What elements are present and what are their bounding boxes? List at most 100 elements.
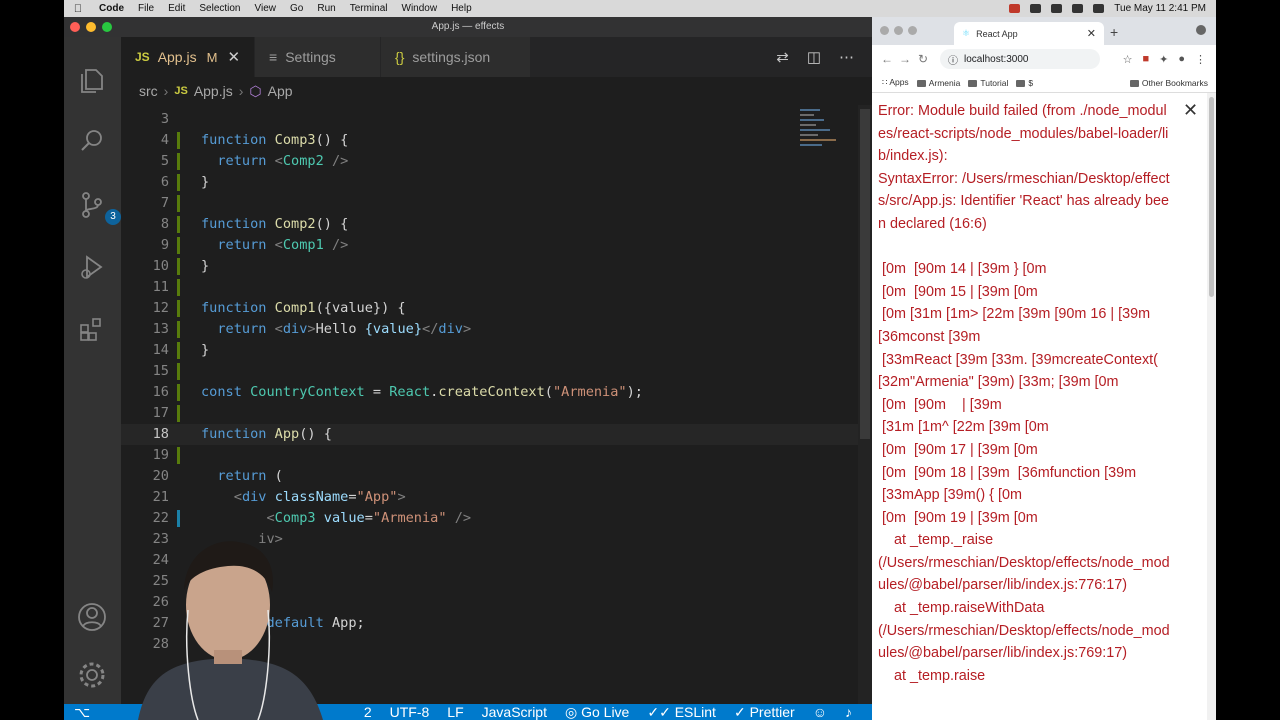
account-icon[interactable] [76,601,108,633]
settings-gear-icon[interactable] [76,659,108,691]
zoom-window-button[interactable] [908,26,917,35]
menubar-clock[interactable]: Tue May 11 2:41 PM [1114,3,1206,14]
breadcrumb-folder[interactable]: src [139,83,158,99]
window-controls [70,22,112,32]
wifi-icon[interactable] [1051,4,1063,13]
check-double-icon: ✓✓ [647,703,671,720]
menu-app-name[interactable]: Code [92,3,131,14]
more-menu-icon[interactable]: ⋮ [1195,53,1206,66]
menu-view[interactable]: View [248,3,284,14]
menu-edit[interactable]: Edit [161,3,192,14]
code-line: 19 [121,445,872,466]
jsx-tag: Comp2 [282,153,324,169]
window-titlebar: App.js — effects [64,17,872,37]
scrollbar-thumb[interactable] [860,109,870,439]
code-line: 12 function Comp1({value}) { [121,298,872,319]
language-mode[interactable]: JavaScript [482,704,547,720]
close-window-button[interactable] [70,22,80,32]
browser-window-controls [880,26,917,35]
browser-tab[interactable]: ⚛ React App ✕ [954,22,1104,45]
more-actions-icon[interactable]: ⋯ [839,48,854,66]
bookmark-dollar[interactable]: $ [1016,78,1033,88]
other-bookmarks[interactable]: Other Bookmarks [1129,78,1216,88]
go-live-button[interactable]: ◎ Go Live [565,704,629,720]
editor-tabs: JS App.js M ✕ ≡ Settings {} settings.jso… [121,37,872,77]
encoding-indicator[interactable]: UTF-8 [390,704,430,720]
menu-file[interactable]: File [131,3,161,14]
menu-go[interactable]: Go [283,3,310,14]
tab-label: Settings [285,49,336,65]
close-window-button[interactable] [880,26,889,35]
puzzle-icon[interactable]: ✦ [1159,53,1168,66]
problems-count[interactable]: 2 [364,704,372,720]
bookmark-apps[interactable]: ∷ Apps [882,77,909,88]
record-icon[interactable] [1009,4,1021,13]
minimize-window-button[interactable] [894,26,903,35]
tab-app-js[interactable]: JS App.js M ✕ [121,37,256,77]
menu-run[interactable]: Run [310,3,342,14]
browser-scrollbar[interactable] [1207,93,1216,720]
source-control-icon[interactable]: 3 [76,189,121,225]
remote-indicator-icon[interactable]: ⌥ [64,704,90,720]
feedback-icon[interactable]: ☺ [813,704,827,720]
eslint-label: ESLint [674,703,716,720]
close-tab-icon[interactable]: ✕ [227,48,240,66]
menu-selection[interactable]: Selection [192,3,247,14]
search-icon[interactable] [1072,4,1084,13]
tab-search-icon[interactable] [1196,25,1206,35]
bookmark-tutorial[interactable]: Tutorial [968,78,1008,88]
code-text: } [201,342,210,358]
reload-icon[interactable]: ↻ [914,52,932,66]
line-number: 4 [160,132,169,148]
menu-terminal[interactable]: Terminal [343,3,395,14]
bookmark-label: Apps [889,77,909,87]
bookmark-label: $ [1028,77,1034,88]
eol-indicator[interactable]: LF [447,704,463,720]
breadcrumb-file[interactable]: App.js [194,83,233,99]
close-overlay-icon[interactable]: ✕ [1183,100,1198,121]
scrollbar-thumb[interactable] [1209,97,1214,297]
minimap[interactable] [798,105,858,155]
code-punct: /> [454,510,472,526]
profile-avatar[interactable]: ● [1178,53,1185,65]
notifications-bell-icon[interactable]: ♪ [845,704,852,720]
code-punct: > [307,321,316,337]
explorer-icon[interactable] [76,65,108,97]
tab-settings[interactable]: ≡ Settings [255,37,382,77]
new-tab-icon[interactable]: + [1110,24,1118,40]
apple-icon[interactable]:  [64,3,92,15]
tab-settings-json[interactable]: {} settings.json [381,37,532,77]
zoom-window-button[interactable] [102,22,112,32]
browser-tab-title: React App [976,28,1018,39]
split-editor-icon[interactable]: ◫ [807,48,821,66]
forward-arrow-icon[interactable]: → [896,52,914,66]
gutter-added-marker [177,153,180,170]
code-line: 9 return <Comp1 /> [121,235,872,256]
code-line: 3 [121,109,872,130]
code-line: 10} [121,256,872,277]
editor-scrollbar[interactable] [858,105,872,704]
extension-icon[interactable]: ■ [1142,53,1149,65]
breadcrumb-symbol[interactable]: App [268,83,293,99]
run-debug-icon[interactable] [76,251,108,283]
code-line: 11 [121,277,872,298]
tab-label: settings.json [412,49,491,65]
back-arrow-icon[interactable]: ← [878,52,896,66]
eslint-status[interactable]: ✓✓ ESLint [647,704,716,720]
minimize-window-button[interactable] [86,22,96,32]
info-icon[interactable]: ⓘ [948,52,958,67]
search-icon[interactable] [76,125,108,157]
bookmark-star-icon[interactable]: ☆ [1123,53,1133,66]
keyword: function [201,300,267,316]
prettier-status[interactable]: ✓ Prettier [734,704,795,720]
settings-file-icon: ≡ [269,49,278,65]
close-tab-icon[interactable]: ✕ [1087,27,1096,40]
menu-help[interactable]: Help [444,3,479,14]
control-center-icon[interactable] [1093,4,1105,13]
open-changes-icon[interactable]: ⇄ [776,48,789,66]
address-bar[interactable]: ⓘ localhost:3000 [940,49,1100,69]
menu-window[interactable]: Window [395,3,445,14]
extensions-icon[interactable] [76,313,108,345]
bookmark-armenia[interactable]: Armenia [916,78,960,88]
extension-icon[interactable] [1030,4,1042,13]
